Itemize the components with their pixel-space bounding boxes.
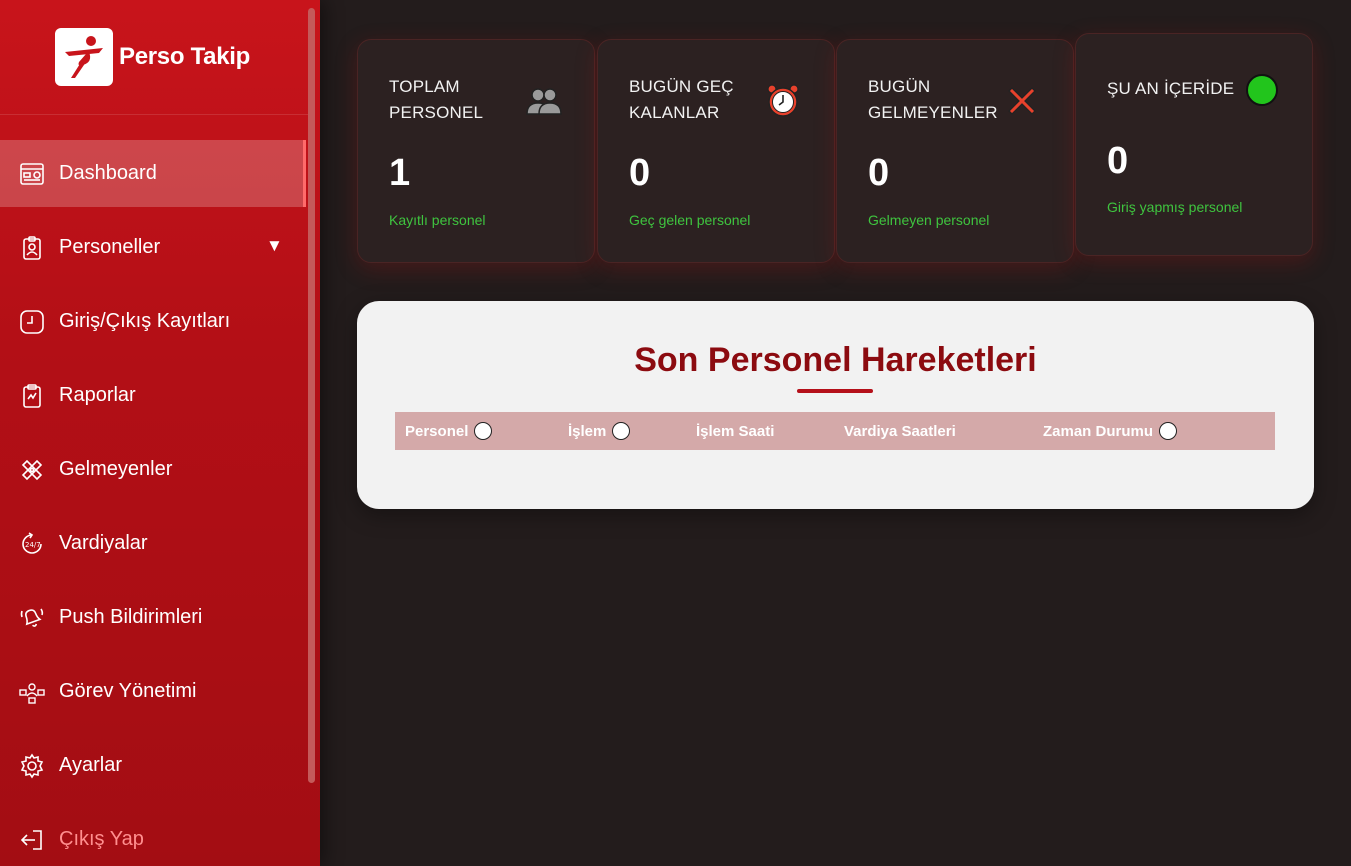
card-subtitle: Geç gelen personel (629, 212, 751, 228)
green-circle-icon (1243, 72, 1281, 110)
logo-divider (0, 114, 308, 115)
sidebar-item-label: Giriş/Çıkış Kayıtları (59, 310, 231, 332)
sidebar: Perso Takip Dashboard Personeller ▼ Giri… (0, 0, 320, 866)
card-title: TOPLAM PERSONEL (389, 77, 484, 122)
column-header-personel[interactable]: Personel (405, 412, 493, 450)
sidebar-item-ayarlar[interactable]: Ayarlar (0, 732, 306, 799)
sidebar-item-gorev-yonetimi[interactable]: Görev Yönetimi (0, 658, 306, 725)
card-value: 0 (868, 152, 890, 194)
sidebar-item-label: Personeller (59, 236, 161, 258)
sidebar-scrollbar[interactable] (308, 8, 316, 783)
sidebar-scrollbar-thumb[interactable] (308, 8, 315, 783)
cross-bandage-icon (18, 456, 46, 484)
24-7-icon: 24/7 (18, 530, 46, 558)
panel-title-underline (797, 389, 873, 393)
card-value: 0 (1107, 140, 1129, 182)
card-title: BUGÜN GELMEYENLER (868, 77, 998, 122)
sort-toggle-icon[interactable] (612, 422, 631, 440)
clipboard-icon (18, 382, 46, 410)
sidebar-item-label: Ayarlar (59, 754, 122, 776)
sidebar-item-dashboard[interactable]: Dashboard (0, 140, 306, 207)
table-header: Personel İşlem İşlem Saati Vardiya Saatl… (395, 412, 1275, 450)
stat-card-total-personnel: TOPLAM PERSONEL 1 Kayıtlı personel (357, 39, 595, 263)
sidebar-item-label: Dashboard (59, 162, 157, 184)
id-badge-icon (18, 234, 46, 262)
stat-card-absent-today: BUGÜN GELMEYENLER 0 Gelmeyen personel (836, 39, 1074, 263)
card-subtitle: Gelmeyen personel (868, 212, 990, 228)
chevron-down-icon[interactable]: ▼ (266, 236, 283, 256)
card-value: 1 (389, 152, 411, 194)
sidebar-item-label: Gelmeyenler (59, 458, 173, 480)
svg-text:24/7: 24/7 (25, 541, 41, 549)
sidebar-item-push-bildirimleri[interactable]: Push Bildirimleri (0, 584, 306, 651)
task-management-icon (18, 678, 46, 706)
card-title: ŞU AN İÇERİDE (1107, 79, 1235, 98)
app-logo[interactable]: Perso Takip (55, 28, 250, 86)
logout-icon (18, 826, 46, 854)
column-header-vardiya-saatleri: Vardiya Saatleri (844, 422, 956, 440)
sidebar-item-label: Çıkış Yap (59, 828, 144, 850)
sidebar-item-label: Push Bildirimleri (59, 606, 203, 628)
dashboard-icon (18, 160, 46, 188)
card-value: 0 (629, 152, 651, 194)
recent-movements-panel: Son Personel Hareketleri Personel İşlem … (357, 301, 1314, 509)
sidebar-item-label: Vardiyalar (59, 532, 148, 554)
stat-card-inside-now: ŞU AN İÇERİDE 0 Giriş yapmış personel (1075, 33, 1313, 256)
sidebar-item-giris-cikis[interactable]: Giriş/Çıkış Kayıtları (0, 288, 306, 355)
logo-mark-icon (55, 28, 113, 86)
app-name: Perso Takip (119, 43, 250, 70)
sidebar-item-raporlar[interactable]: Raporlar (0, 362, 306, 429)
gear-icon (18, 752, 46, 780)
sidebar-item-logout[interactable]: Çıkış Yap (0, 806, 306, 866)
column-header-islem-saati: İşlem Saati (696, 422, 775, 440)
card-subtitle: Kayıtlı personel (389, 212, 486, 228)
sidebar-item-vardiyalar[interactable]: 24/7 Vardiyalar (0, 510, 306, 577)
sidebar-item-label: Raporlar (59, 384, 136, 406)
column-header-islem[interactable]: İşlem (568, 412, 631, 450)
card-title: BUGÜN GEÇ KALANLAR (629, 77, 734, 122)
sort-toggle-icon[interactable] (474, 422, 493, 440)
sidebar-item-personeller[interactable]: Personeller ▼ (0, 214, 306, 281)
column-header-zaman-durumu[interactable]: Zaman Durumu (1043, 412, 1178, 450)
card-subtitle: Giriş yapmış personel (1107, 199, 1243, 215)
panel-title: Son Personel Hareketleri (634, 341, 1037, 379)
alarm-clock-icon (764, 82, 802, 120)
sort-toggle-icon[interactable] (1159, 422, 1178, 440)
clock-icon (18, 308, 46, 336)
sidebar-item-label: Görev Yönetimi (59, 680, 197, 702)
bell-icon (18, 604, 46, 632)
stat-card-late-today: BUGÜN GEÇ KALANLAR 0 Geç gelen personel (597, 39, 835, 263)
people-icon (525, 82, 563, 120)
red-x-icon (1003, 82, 1041, 120)
sidebar-nav: Dashboard Personeller ▼ Giriş/Çıkış Kayı… (0, 140, 306, 866)
sidebar-item-gelmeyenler[interactable]: Gelmeyenler (0, 436, 306, 503)
